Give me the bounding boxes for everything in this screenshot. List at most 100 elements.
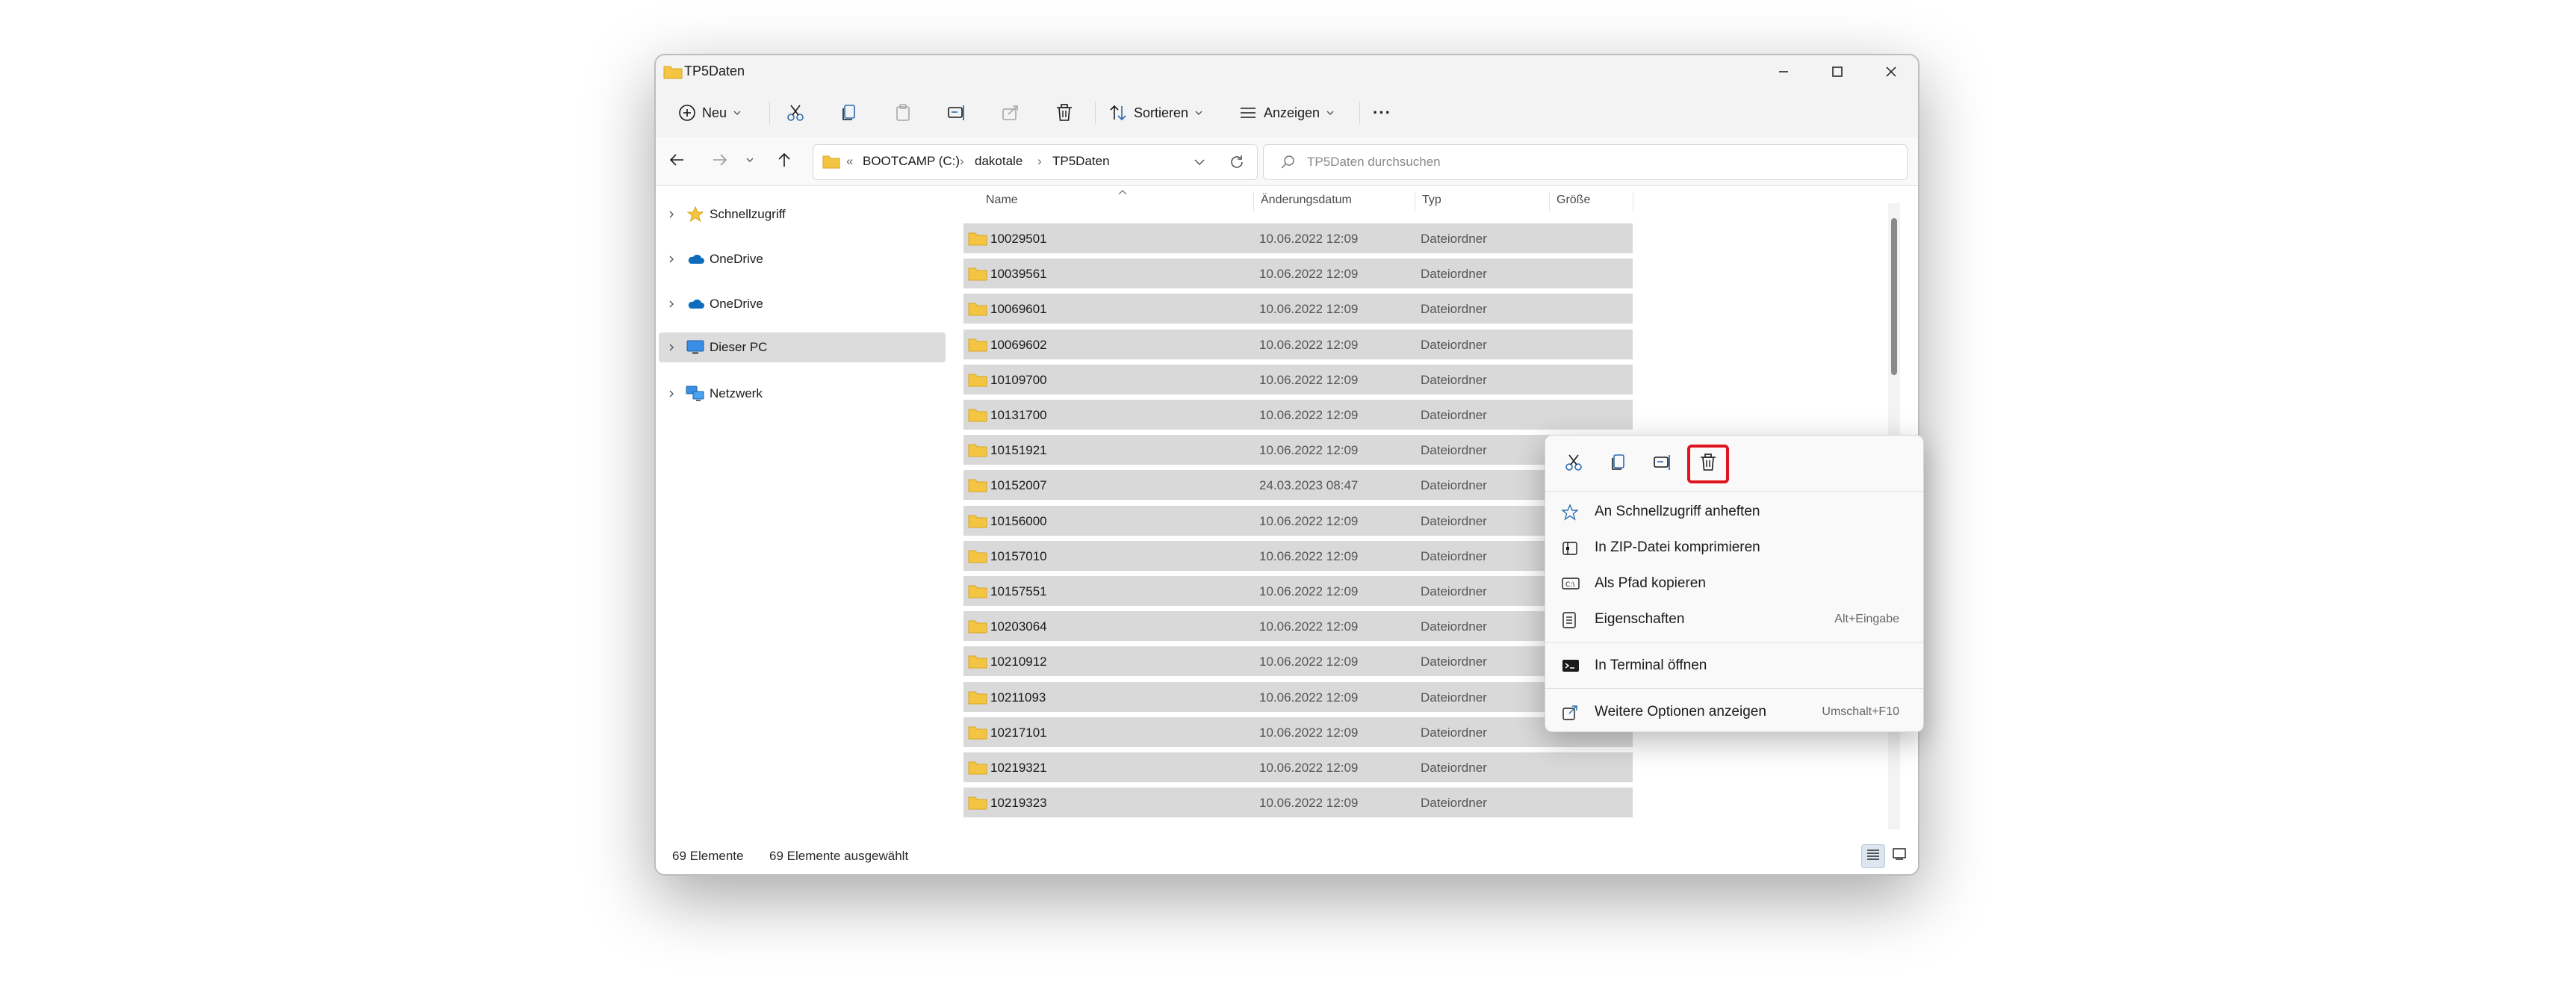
title-bar[interactable]: TP5Daten (656, 55, 1918, 88)
copy-icon (839, 103, 859, 123)
file-type: Dateiordner (1421, 513, 1487, 528)
table-row[interactable]: 10151921 10.06.2022 12:09 Dateiordner (963, 435, 1633, 465)
table-row[interactable]: 10029501 10.06.2022 12:09 Dateiordner (963, 223, 1633, 253)
folder-icon (968, 548, 987, 567)
table-row[interactable]: 10152007 24.03.2023 08:47 Dateiordner (963, 470, 1633, 501)
refresh-icon[interactable] (1229, 154, 1245, 174)
table-row[interactable]: 10219321 10.06.2022 12:09 Dateiordner (963, 752, 1633, 782)
nav-item-onedrive[interactable]: OneDrive (659, 244, 946, 274)
folder-icon (968, 477, 987, 496)
menu-item-properties[interactable]: Eigenschaften Alt+Eingabe (1554, 603, 1914, 636)
chevron-down-icon (745, 155, 755, 169)
tiles-view-icon (1892, 847, 1907, 864)
menu-item-label: Als Pfad kopieren (1595, 575, 1706, 591)
copy-button[interactable] (839, 99, 859, 127)
context-copy-button[interactable] (1598, 445, 1639, 483)
table-row[interactable]: 10069601 10.06.2022 12:09 Dateiordner (963, 294, 1633, 324)
recent-locations-button[interactable] (739, 151, 760, 172)
cloud-icon (684, 253, 707, 265)
file-type: Dateiordner (1421, 655, 1487, 669)
minimize-button[interactable] (1757, 55, 1810, 88)
more-options-button[interactable]: ··· (1373, 99, 1391, 127)
chevron-right-icon[interactable] (659, 210, 684, 219)
search-icon (1280, 155, 1295, 173)
table-row[interactable]: 10219323 10.06.2022 12:09 Dateiordner (963, 787, 1633, 818)
cut-button[interactable] (786, 99, 805, 127)
folder-icon (968, 584, 987, 602)
menu-item-compress-zip[interactable]: In ZIP-Datei komprimieren (1554, 531, 1914, 564)
network-icon (684, 386, 707, 402)
table-row[interactable]: 10217101 10.06.2022 12:09 Dateiordner (963, 717, 1633, 747)
chevron-right-icon[interactable] (659, 300, 684, 309)
close-button[interactable] (1864, 55, 1918, 88)
address-row: « BOOTCAMP (C:) › dakotale › TP5Daten TP… (656, 137, 1918, 186)
context-delete-button[interactable] (1687, 445, 1729, 483)
column-header-name[interactable]: Name (986, 194, 1018, 207)
nav-item-quick-access[interactable]: Schnellzugriff (659, 199, 946, 229)
nav-item-network[interactable]: Netzwerk (659, 379, 946, 409)
column-header-type[interactable]: Typ (1422, 194, 1441, 207)
breadcrumb-drive[interactable]: BOOTCAMP (C:) (863, 154, 960, 169)
chevron-right-icon[interactable] (659, 343, 684, 352)
table-row[interactable]: 10069602 10.06.2022 12:09 Dateiordner (963, 329, 1633, 359)
back-button[interactable] (666, 151, 687, 172)
delete-button[interactable] (1055, 99, 1074, 127)
menu-item-shortcut: Umschalt+F10 (1822, 705, 1899, 718)
column-divider[interactable] (1253, 192, 1254, 211)
file-type: Dateiordner (1421, 619, 1487, 634)
column-header-size[interactable]: Größe (1557, 194, 1590, 207)
table-row[interactable]: 10156000 10.06.2022 12:09 Dateiordner (963, 505, 1633, 536)
rename-button[interactable] (947, 99, 968, 127)
table-row[interactable]: 10157551 10.06.2022 12:09 Dateiordner (963, 576, 1633, 606)
paste-button[interactable] (893, 99, 913, 127)
breadcrumb-current[interactable]: TP5Daten (1052, 154, 1110, 169)
address-bar[interactable]: « BOOTCAMP (C:) › dakotale › TP5Daten (813, 144, 1258, 180)
table-row[interactable]: 10211093 10.06.2022 12:09 Dateiordner (963, 681, 1633, 712)
menu-item-label: Eigenschaften (1595, 611, 1685, 627)
file-name: 10151921 (990, 443, 1047, 458)
table-row[interactable]: 10109700 10.06.2022 12:09 Dateiordner (963, 364, 1633, 394)
view-button[interactable]: Anzeigen (1238, 99, 1335, 127)
table-row[interactable]: 10131700 10.06.2022 12:09 Dateiordner (963, 400, 1633, 430)
file-type: Dateiordner (1421, 232, 1487, 246)
nav-item-this-pc[interactable]: Dieser PC (659, 332, 946, 362)
menu-item-pin-quick-access[interactable]: An Schnellzugriff anheften (1554, 495, 1914, 528)
column-divider[interactable] (1549, 192, 1550, 211)
tiles-view-button[interactable] (1888, 844, 1911, 867)
chevron-right-icon[interactable] (659, 255, 684, 264)
menu-item-open-terminal[interactable]: In Terminal öffnen (1554, 649, 1914, 682)
up-button[interactable] (774, 151, 795, 172)
new-button[interactable]: Neu (678, 99, 742, 127)
file-date: 10.06.2022 12:09 (1259, 513, 1359, 528)
details-view-icon (1866, 848, 1881, 865)
maximize-button[interactable] (1810, 55, 1864, 88)
context-rename-button[interactable] (1642, 445, 1684, 483)
window-title: TP5Daten (684, 64, 745, 78)
folder-icon (968, 231, 987, 250)
menu-item-copy-path[interactable]: C:\ Als Pfad kopieren (1554, 567, 1914, 600)
share-button[interactable] (1001, 99, 1020, 127)
table-row[interactable]: 10203064 10.06.2022 12:09 Dateiordner (963, 611, 1633, 642)
column-header-date[interactable]: Änderungsdatum (1261, 194, 1352, 207)
monitor-icon (684, 340, 707, 355)
file-name: 10211093 (990, 690, 1046, 705)
chevron-right-icon[interactable] (659, 389, 684, 398)
table-row[interactable]: 10157010 10.06.2022 12:09 Dateiordner (963, 540, 1633, 571)
address-dropdown-icon[interactable] (1193, 155, 1206, 173)
table-row[interactable]: 10210912 10.06.2022 12:09 Dateiordner (963, 646, 1633, 677)
folder-icon (968, 654, 987, 672)
file-name: 10069602 (990, 337, 1047, 352)
breadcrumb-user[interactable]: dakotale (975, 154, 1022, 169)
folder-icon (968, 619, 987, 637)
search-input[interactable]: TP5Daten durchsuchen (1263, 144, 1908, 180)
scrollbar-thumb[interactable] (1891, 218, 1897, 375)
table-row[interactable]: 10039561 10.06.2022 12:09 Dateiordner (963, 259, 1633, 289)
file-name: 10109700 (990, 372, 1047, 387)
nav-item-onedrive-2[interactable]: OneDrive (659, 289, 946, 319)
details-view-button[interactable] (1861, 844, 1885, 868)
menu-item-more-options[interactable]: Weitere Optionen anzeigen Umschalt+F10 (1554, 696, 1914, 728)
context-cut-button[interactable] (1553, 445, 1595, 483)
breadcrumb-overflow[interactable]: « (846, 154, 853, 169)
sort-button[interactable]: Sortieren (1108, 99, 1203, 127)
forward-button[interactable] (710, 151, 730, 172)
